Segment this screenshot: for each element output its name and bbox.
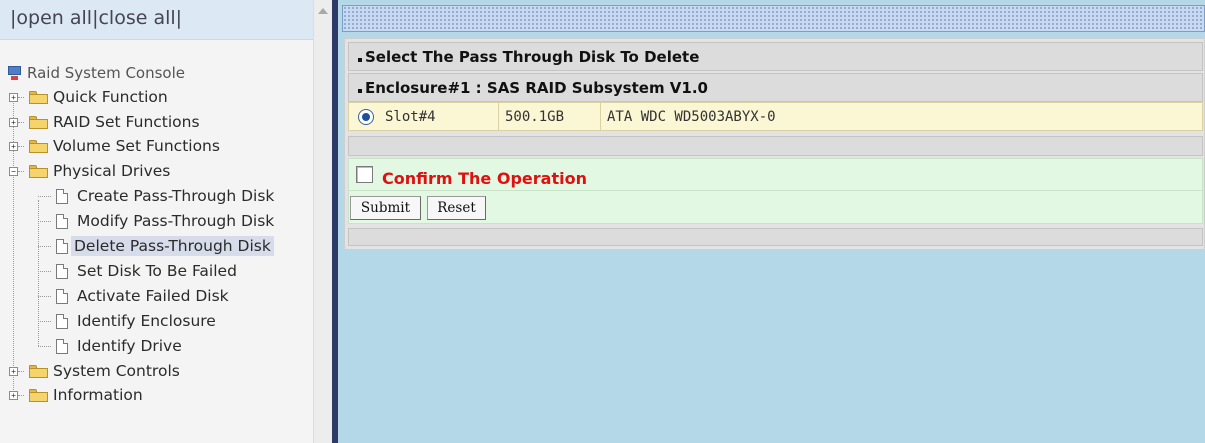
submit-button[interactable]: Submit	[350, 196, 421, 220]
page-icon	[56, 214, 68, 229]
section-title: Select The Pass Through Disk To Delete	[365, 48, 700, 66]
expand-plus-icon[interactable]: +	[9, 93, 18, 102]
delete-pass-through-form: Select The Pass Through Disk To Delete E…	[344, 38, 1205, 250]
confirm-checkbox[interactable]	[356, 166, 373, 183]
folder-icon	[29, 140, 48, 153]
tree-item-label: RAID Set Functions	[53, 113, 200, 131]
enclosure-title: Enclosure#1 : SAS RAID Subsystem V1.0	[365, 79, 708, 97]
tree-item-label: Information	[53, 386, 143, 404]
tree-item-modify-pass-through-disk[interactable]: Modify Pass-Through Disk	[74, 209, 277, 233]
tree-item-delete-pass-through-disk[interactable]: Delete Pass-Through Disk	[71, 234, 274, 258]
tree-item-label: Volume Set Functions	[53, 137, 220, 155]
page-icon	[56, 314, 68, 329]
expand-plus-icon[interactable]: +	[9, 142, 18, 151]
tree-item-identify-enclosure[interactable]: Identify Enclosure	[74, 309, 219, 333]
enclosure-title-bar: Enclosure#1 : SAS RAID Subsystem V1.0	[348, 73, 1203, 102]
page-icon	[56, 289, 68, 304]
tree-item-set-disk-to-be-failed[interactable]: Set Disk To Be Failed	[74, 259, 240, 283]
confirm-label: Confirm The Operation	[382, 169, 587, 188]
collapse-minus-icon[interactable]: −	[9, 167, 18, 176]
tree-item-label: Identify Drive	[77, 337, 182, 355]
tree-item-label: Physical Drives	[53, 162, 171, 180]
folder-icon	[29, 116, 48, 129]
tree-item-activate-failed-disk[interactable]: Activate Failed Disk	[74, 284, 232, 308]
page-icon	[56, 264, 68, 279]
confirm-area: Confirm The Operation Submit Reset	[348, 158, 1203, 224]
tree-item-label: Set Disk To Be Failed	[77, 262, 237, 280]
expand-plus-icon[interactable]: +	[9, 367, 18, 376]
bottom-strip	[348, 228, 1203, 246]
tree-item-quick-function[interactable]: Quick Function	[50, 85, 171, 109]
tree-item-label: Quick Function	[53, 88, 168, 106]
scroll-up-arrow-icon[interactable]	[318, 8, 328, 14]
reset-button[interactable]: Reset	[427, 196, 486, 220]
tree-item-label: Activate Failed Disk	[77, 287, 229, 305]
tree-root[interactable]: Raid System Console	[24, 61, 188, 85]
expand-plus-icon[interactable]: +	[9, 118, 18, 127]
disk-row[interactable]: Slot#4 500.1GB ATA WDC WD5003ABYX-0	[348, 102, 1203, 131]
tree-item-label: Create Pass-Through Disk	[77, 187, 275, 205]
section-title-bar: Select The Pass Through Disk To Delete	[348, 42, 1203, 71]
divider	[349, 190, 1202, 191]
tree-item-physical-drives[interactable]: Physical Drives	[50, 159, 173, 183]
tree-item-label: Delete Pass-Through Disk	[71, 236, 274, 256]
open-folder-icon	[29, 165, 48, 178]
folder-icon	[29, 365, 48, 378]
tree-item-system-controls[interactable]: System Controls	[50, 359, 183, 383]
navigation-scrollbar[interactable]	[313, 0, 332, 443]
disk-select-cell: Slot#4	[349, 103, 499, 130]
expand-plus-icon[interactable]: +	[9, 391, 18, 400]
bullet-icon	[358, 58, 362, 62]
page-icon	[56, 239, 68, 254]
tree-item-create-pass-through-disk[interactable]: Create Pass-Through Disk	[74, 184, 277, 208]
tree-toolbar: |open all|close all|	[0, 0, 313, 40]
model-value: ATA WDC WD5003ABYX-0	[607, 109, 776, 125]
page-icon	[56, 189, 68, 204]
folder-icon	[29, 389, 48, 402]
capacity-value: 500.1GB	[505, 109, 565, 125]
tree-item-volume-set-functions[interactable]: Volume Set Functions	[50, 134, 223, 158]
header-pattern-bar	[342, 5, 1205, 32]
tree-item-information[interactable]: Information	[50, 383, 146, 407]
content-frame: Select The Pass Through Disk To Delete E…	[332, 0, 1205, 443]
tree-item-label: Modify Pass-Through Disk	[77, 212, 275, 230]
tree-item-raid-set-functions[interactable]: RAID Set Functions	[50, 110, 203, 134]
spacer-row	[348, 136, 1203, 156]
disk-radio-button[interactable]	[358, 109, 374, 125]
capacity-cell: 500.1GB	[499, 103, 601, 130]
close-all-link[interactable]: close all	[98, 7, 175, 29]
slot-label: Slot#4	[385, 109, 436, 125]
tree-item-label: Identify Enclosure	[77, 312, 216, 330]
folder-icon	[29, 91, 48, 104]
open-all-link[interactable]: open all	[16, 7, 92, 29]
navigation-frame: |open all|close all| Raid System Console…	[0, 0, 332, 443]
console-icon	[8, 66, 21, 81]
bullet-icon	[358, 89, 362, 93]
tree-root-label: Raid System Console	[27, 64, 185, 82]
tree-item-identify-drive[interactable]: Identify Drive	[74, 334, 185, 358]
page-icon	[56, 339, 68, 354]
open-close-links: |open all|close all|	[10, 7, 183, 29]
navigation-tree: Raid System Console + Quick Function + R…	[0, 40, 313, 443]
model-cell: ATA WDC WD5003ABYX-0	[601, 103, 1202, 130]
tree-item-label: System Controls	[53, 362, 180, 380]
